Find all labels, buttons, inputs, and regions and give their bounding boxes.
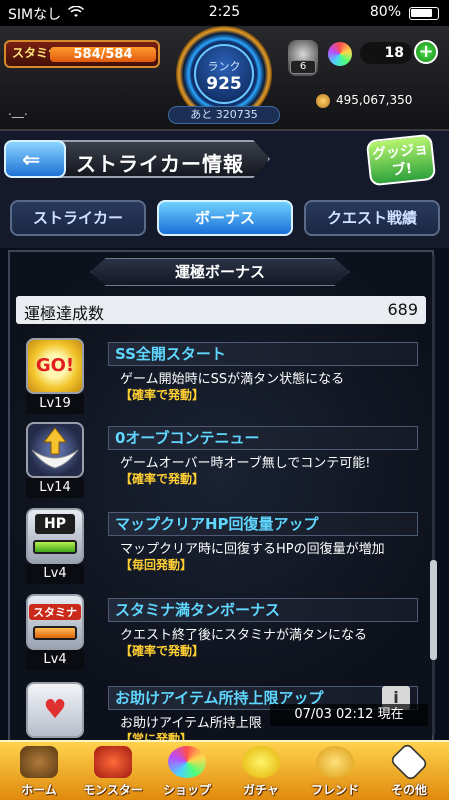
tab-striker[interactable]: ストライカー bbox=[10, 200, 146, 236]
bonus-desc: マップクリア時に回復するHPの回復量が増加 bbox=[120, 542, 385, 557]
other-icon bbox=[389, 742, 429, 782]
nav-home[interactable]: ホーム bbox=[2, 742, 76, 800]
nav-friend[interactable]: フレンド bbox=[298, 742, 372, 800]
page-title: ストライカー情報 bbox=[76, 152, 244, 176]
bonus-panel[interactable]: 運極ボーナス 運極達成数 689 GO! Lv19 SS全開スタート ゲーム開始… bbox=[8, 250, 434, 746]
bonus-title: マップクリアHP回復量アップ bbox=[108, 512, 418, 536]
scrollbar-thumb[interactable] bbox=[430, 560, 437, 660]
good-job-label: グッジョブ! bbox=[371, 141, 429, 179]
coin-icon bbox=[316, 94, 330, 108]
wing-arrow-icon bbox=[26, 422, 84, 478]
bonus-level: Lv4 bbox=[26, 564, 84, 584]
bonus-title: 0オーブコンテニュー bbox=[108, 426, 418, 450]
nav-other[interactable]: その他 bbox=[372, 742, 446, 800]
bonus-item[interactable]: HP Lv4 マップクリアHP回復量アップ マップクリア時に回復するHPの回復量… bbox=[20, 508, 420, 592]
luck-count-value: 689 bbox=[387, 300, 418, 319]
tab-bonus[interactable]: ボーナス bbox=[157, 200, 293, 236]
stamina-bar-icon bbox=[33, 626, 77, 640]
section-header: 運極ボーナス bbox=[90, 258, 350, 286]
rank-value: 925 bbox=[206, 74, 242, 94]
coin-count: 495,067,350 bbox=[336, 93, 413, 107]
bonus-trigger: 【確率で発動】 bbox=[120, 388, 205, 402]
scroll-track bbox=[432, 255, 435, 735]
hp-bar-icon bbox=[33, 540, 77, 554]
title-row: ストライカー情報 ⇐ グッジョブ! bbox=[0, 131, 449, 188]
stamina-gauge[interactable]: スタミナ 584/584 bbox=[4, 40, 160, 68]
bonus-trigger: 【確率で発動】 bbox=[120, 644, 205, 658]
bonus-title: スタミナ満タンボーナス bbox=[108, 598, 418, 622]
bottom-nav: ホーム モンスター ショップ ガチャ フレンド その他 bbox=[0, 740, 449, 800]
go-icon-text: GO! bbox=[35, 355, 75, 376]
bonus-item[interactable]: GO! Lv19 SS全開スタート ゲーム開始時にSSが満タン状態になる 【確率… bbox=[20, 338, 420, 422]
bonus-item[interactable]: Lv14 0オーブコンテニュー ゲームオーバー時オーブ無しでコンテ可能! 【確率… bbox=[20, 422, 420, 506]
battery-percent: 80% bbox=[369, 4, 401, 20]
luck-count-row: 運極達成数 689 bbox=[16, 296, 426, 324]
nav-shop[interactable]: ショップ bbox=[150, 742, 224, 800]
item-heart-icon: ♥ bbox=[26, 682, 84, 738]
bonus-level: Lv14 bbox=[26, 478, 84, 498]
back-button[interactable]: ⇐ bbox=[4, 140, 66, 178]
nav-label: モンスター bbox=[83, 783, 143, 797]
stamina-bar: 584/584 bbox=[50, 47, 156, 62]
bonus-trigger: 【毎回発動】 bbox=[120, 558, 193, 572]
nav-monster[interactable]: モンスター bbox=[76, 742, 150, 800]
bonus-title: SS全開スタート bbox=[108, 342, 418, 366]
rank-next-exp: あと 320735 bbox=[168, 106, 280, 124]
good-job-button[interactable]: グッジョブ! bbox=[365, 133, 437, 187]
status-bar: SIMなし 2:25 80% bbox=[0, 0, 449, 26]
bonus-desc: クエスト終了後にスタミナが満タンになる bbox=[120, 628, 368, 643]
page-title-plate: ストライカー情報 bbox=[60, 140, 270, 178]
nav-label: フレンド bbox=[310, 783, 359, 797]
bonus-desc: ゲーム開始時にSSが満タン状態になる bbox=[120, 372, 345, 387]
bonus-item[interactable]: スタミナ Lv4 スタミナ満タンボーナス クエスト終了後にスタミナが満タンになる… bbox=[20, 594, 420, 678]
top-hud: スタミナ 584/584 ランク 925 あと 320735 6 18 + 49… bbox=[0, 26, 449, 131]
bonus-level: Lv4 bbox=[26, 650, 84, 670]
stamina-icon-text: スタミナ bbox=[29, 604, 81, 620]
go-icon: GO! bbox=[26, 338, 84, 394]
bonus-desc: お助けアイテム所持上限 bbox=[120, 716, 262, 731]
nav-label: ホーム bbox=[21, 783, 57, 797]
buy-orb-button[interactable]: + bbox=[414, 40, 438, 64]
stamina-icon: スタミナ bbox=[26, 594, 84, 650]
hp-icon: HP bbox=[26, 508, 84, 564]
luck-count-label: 運極達成数 bbox=[24, 304, 105, 323]
nav-label: ショップ bbox=[162, 783, 211, 797]
orb-icon bbox=[328, 42, 352, 66]
nav-gacha[interactable]: ガチャ bbox=[224, 742, 298, 800]
nav-label: ガチャ bbox=[243, 783, 279, 797]
back-arrow-icon: ⇐ bbox=[22, 148, 41, 173]
hp-icon-text: HP bbox=[35, 514, 75, 534]
rank-inner: ランク 925 bbox=[194, 44, 254, 104]
luck-count: 6 bbox=[290, 60, 316, 74]
rank-label: ランク bbox=[207, 60, 241, 73]
tab-quest-record[interactable]: クエスト戦績 bbox=[304, 200, 440, 236]
wing-arrow-glyph bbox=[31, 427, 79, 469]
home-icon bbox=[20, 746, 58, 778]
bonus-level: Lv19 bbox=[26, 394, 84, 414]
tab-bar: ストライカー ボーナス クエスト戦績 bbox=[0, 188, 449, 248]
gacha-icon bbox=[242, 746, 280, 778]
orb-count: 18 bbox=[360, 42, 412, 64]
bonus-trigger: 【確率で発動】 bbox=[120, 472, 205, 486]
friend-icon bbox=[316, 746, 354, 778]
bonus-desc: ゲームオーバー時オーブ無しでコンテ可能! bbox=[120, 456, 371, 471]
monster-icon bbox=[94, 746, 132, 778]
timestamp-overlay: 07/03 02:12 現在 bbox=[270, 704, 428, 726]
heart-glyph-icon: ♥ bbox=[43, 695, 67, 725]
shop-orb-icon bbox=[168, 746, 206, 778]
player-name: .__. bbox=[8, 104, 28, 118]
battery-icon bbox=[409, 7, 439, 20]
stamina-value: 584/584 bbox=[73, 47, 133, 62]
nav-label: その他 bbox=[390, 783, 427, 797]
